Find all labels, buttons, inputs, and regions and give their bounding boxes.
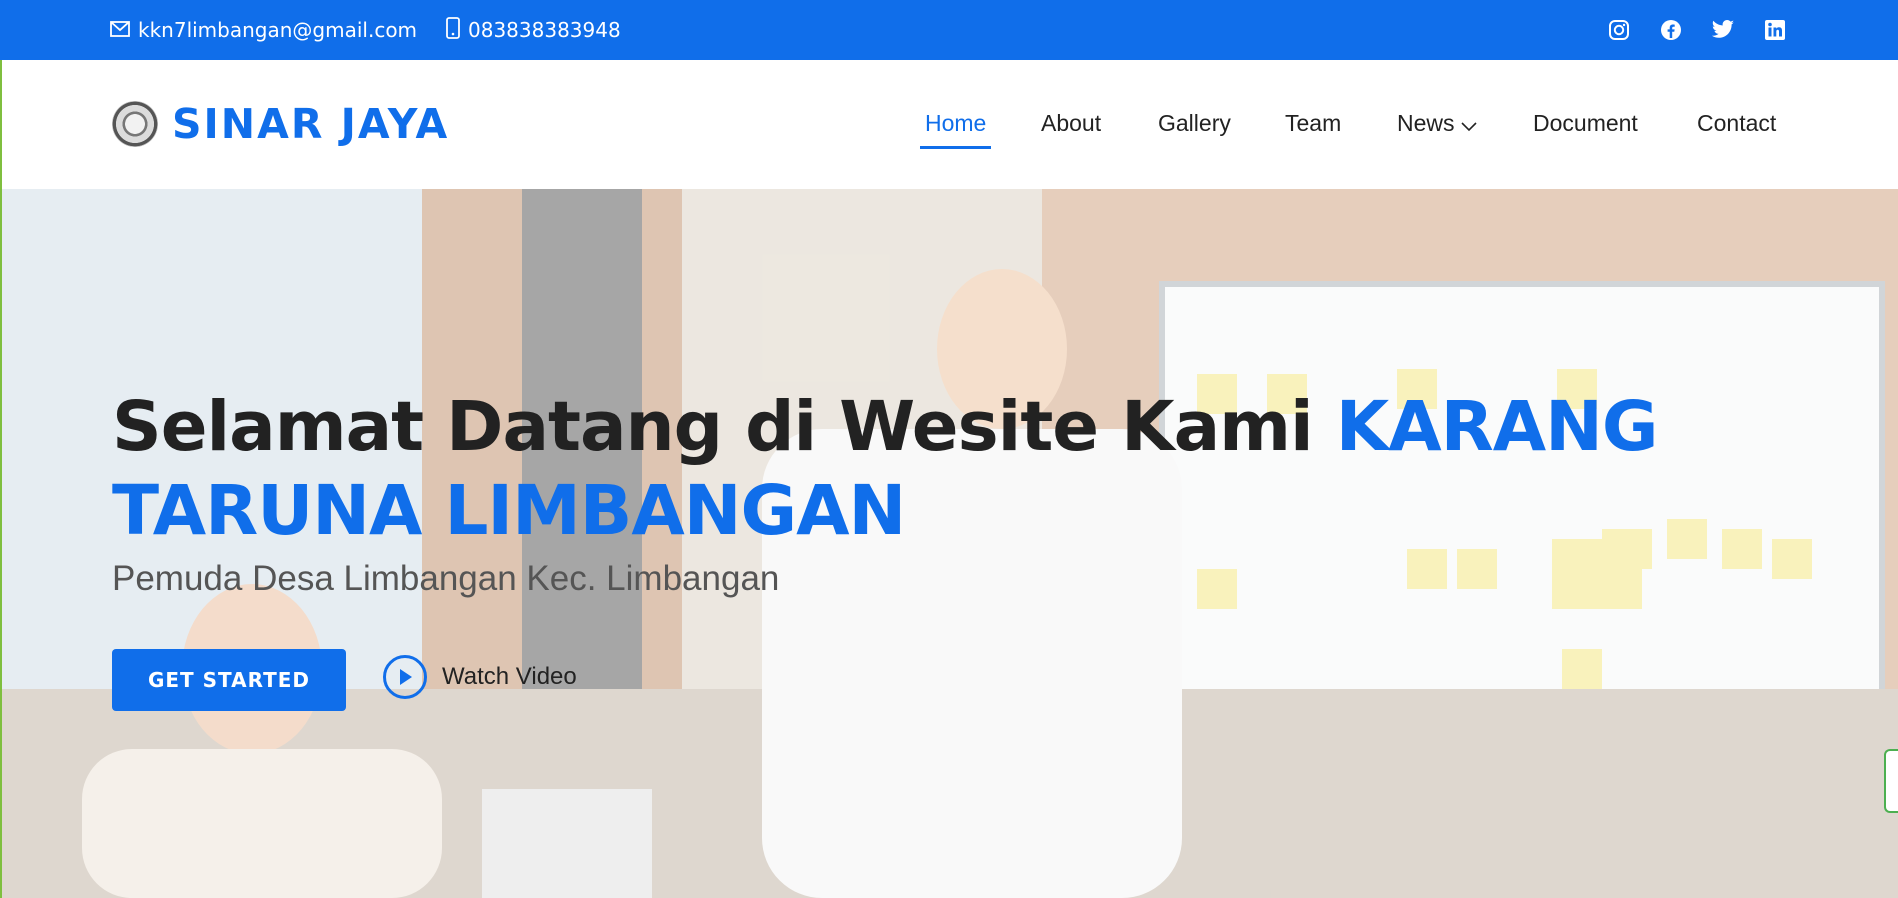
site-header: SINAR JAYA Home About Gallery Team News … [0,60,1898,189]
get-started-button[interactable]: GET STARTED [112,649,346,711]
nav-news[interactable]: News [1397,110,1477,138]
side-widget-tab[interactable] [1884,749,1898,813]
nav-team[interactable]: Team [1285,110,1341,137]
nav-news-label: News [1397,110,1455,136]
instagram-icon[interactable] [1607,18,1631,42]
hero-subtitle: Pemuda Desa Limbangan Kec. Limbangan [112,559,780,598]
twitter-icon[interactable] [1711,18,1735,42]
nav-about[interactable]: About [1041,110,1101,137]
nav-contact[interactable]: Contact [1697,110,1776,137]
watch-video-link[interactable]: Watch Video [383,655,577,699]
facebook-icon[interactable] [1659,18,1683,42]
nav-gallery[interactable]: Gallery [1158,110,1231,137]
email-text: kkn7limbangan@gmail.com [138,18,418,42]
nav-document[interactable]: Document [1533,110,1638,137]
phone-icon [446,16,468,44]
hero-title: Selamat Datang di Wesite Kami KARANG TAR… [112,385,1672,553]
linkedin-icon[interactable] [1763,18,1787,42]
play-icon [383,655,427,699]
watch-video-label: Watch Video [442,663,577,690]
hero-section: Selamat Datang di Wesite Kami KARANG TAR… [0,189,1898,898]
nav-home[interactable]: Home [919,110,992,149]
top-bar: kkn7limbangan@gmail.com 083838383948 [0,0,1898,60]
social-links [1607,0,1787,60]
chevron-down-icon [1460,111,1477,138]
email-contact[interactable]: kkn7limbangan@gmail.com [110,0,417,60]
hero-title-main: Selamat Datang di Wesite Kami [112,387,1336,467]
envelope-icon [110,18,138,42]
main-nav: Home About Gallery Team News Document Co… [2,60,1898,189]
phone-contact[interactable]: 083838383948 [446,0,621,60]
phone-text: 083838383948 [468,18,621,42]
